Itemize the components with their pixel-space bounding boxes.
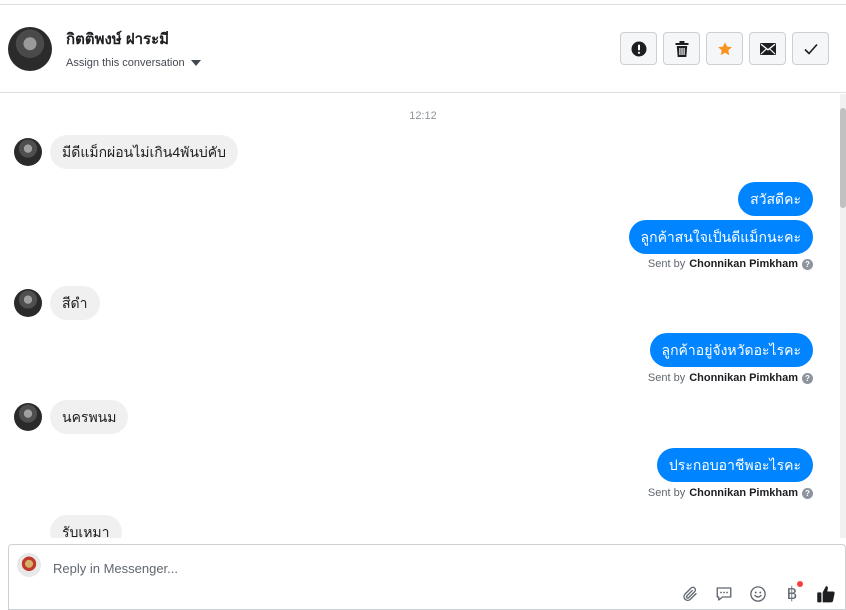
page-avatar [17,553,41,577]
sent-by-label: Sent by Chonnikan Pimkham ? [648,258,813,270]
sender-name[interactable]: Chonnikan Pimkham [689,258,798,270]
message-bubble[interactable]: สวัสดีคะ [738,182,813,216]
message-bubble[interactable]: ลูกค้าสนใจเป็นดีแม็กนะคะ [628,220,813,254]
contact-name[interactable]: กิตติพงษ์ ฝาระมี [66,27,169,51]
mark-unread-button[interactable] [749,32,786,65]
contact-avatar-small[interactable] [14,138,42,166]
thumbs-up-icon [817,586,835,603]
conversation-actions [620,32,829,65]
reply-input[interactable] [53,559,653,577]
sender-name[interactable]: Chonnikan Pimkham [689,487,798,499]
contact-avatar[interactable] [8,27,52,71]
message-bubble[interactable]: มีดีแม็กผ่อนไม่เกิน4พันบ่คับ [50,135,239,169]
message-bubble[interactable]: นครพนม [50,400,129,434]
conversation-header: กิตติพงษ์ ฝาระมี Assign this conversatio… [0,5,846,93]
help-icon[interactable]: ? [802,487,813,499]
star-icon [717,41,732,55]
mark-done-button[interactable] [792,32,829,65]
emoji-button[interactable] [747,583,769,605]
quick-reply-button[interactable] [713,583,735,605]
sender-name[interactable]: Chonnikan Pimkham [689,372,798,384]
message-bubble[interactable]: สีดำ [50,286,100,320]
assign-conversation-dropdown[interactable]: Assign this conversation [66,57,201,69]
sent-by-label: Sent by Chonnikan Pimkham ? [648,372,813,384]
sent-by-label: Sent by Chonnikan Pimkham ? [648,487,813,499]
thread-timestamp: 12:12 [409,110,437,122]
incoming-message: นครพนม [14,400,129,434]
like-button[interactable] [815,583,837,605]
assign-label: Assign this conversation [66,57,185,69]
help-icon[interactable]: ? [802,372,813,384]
sent-by-prefix: Sent by [647,487,686,499]
baht-icon: ฿ [786,584,798,604]
outgoing-message-group: ประกอบอาชีพอะไรคะ [656,448,813,482]
contact-avatar-small[interactable] [14,289,42,317]
incoming-message: รับเหมา [14,515,122,538]
sent-by-prefix: Sent by [647,258,686,270]
incoming-message: มีดีแม็กผ่อนไม่เกิน4พันบ่คับ [14,135,239,169]
contact-avatar-small[interactable] [14,403,42,431]
message-bubble[interactable]: ประกอบอาชีพอะไรคะ [656,448,813,482]
exclamation-icon [631,41,646,56]
checkmark-icon [803,43,818,55]
payment-button[interactable]: ฿ [781,581,803,605]
composer-toolbar: ฿ [679,581,837,605]
trash-icon [675,40,688,57]
sent-by-prefix: Sent by [647,372,686,384]
notification-dot [797,581,803,587]
attach-button[interactable] [679,583,701,605]
delete-button[interactable] [663,32,700,65]
outgoing-message-group: ลูกค้าอยู่จังหวัดอะไรคะ [649,333,813,367]
reply-composer: ฿ [8,544,846,610]
incoming-message: สีดำ [14,286,100,320]
outgoing-message-group: สวัสดีคะ ลูกค้าสนใจเป็นดีแม็กนะคะ [628,182,813,254]
message-thread[interactable]: 12:12 มีดีแม็กผ่อนไม่เกิน4พันบ่คับ สวัสด… [0,94,846,538]
help-icon[interactable]: ? [802,258,813,270]
star-button[interactable] [706,32,743,65]
caret-down-icon [190,60,201,66]
emoji-icon [750,586,766,602]
message-bubble[interactable]: ลูกค้าอยู่จังหวัดอะไรคะ [649,333,813,367]
thread-scrollbar[interactable] [840,94,846,538]
message-bubble[interactable]: รับเหมา [50,515,122,538]
paperclip-icon [683,586,697,601]
scrollbar-thumb[interactable] [840,108,846,208]
envelope-icon [759,42,776,55]
quick-reply-icon [716,587,732,601]
mark-spam-button[interactable] [620,32,657,65]
